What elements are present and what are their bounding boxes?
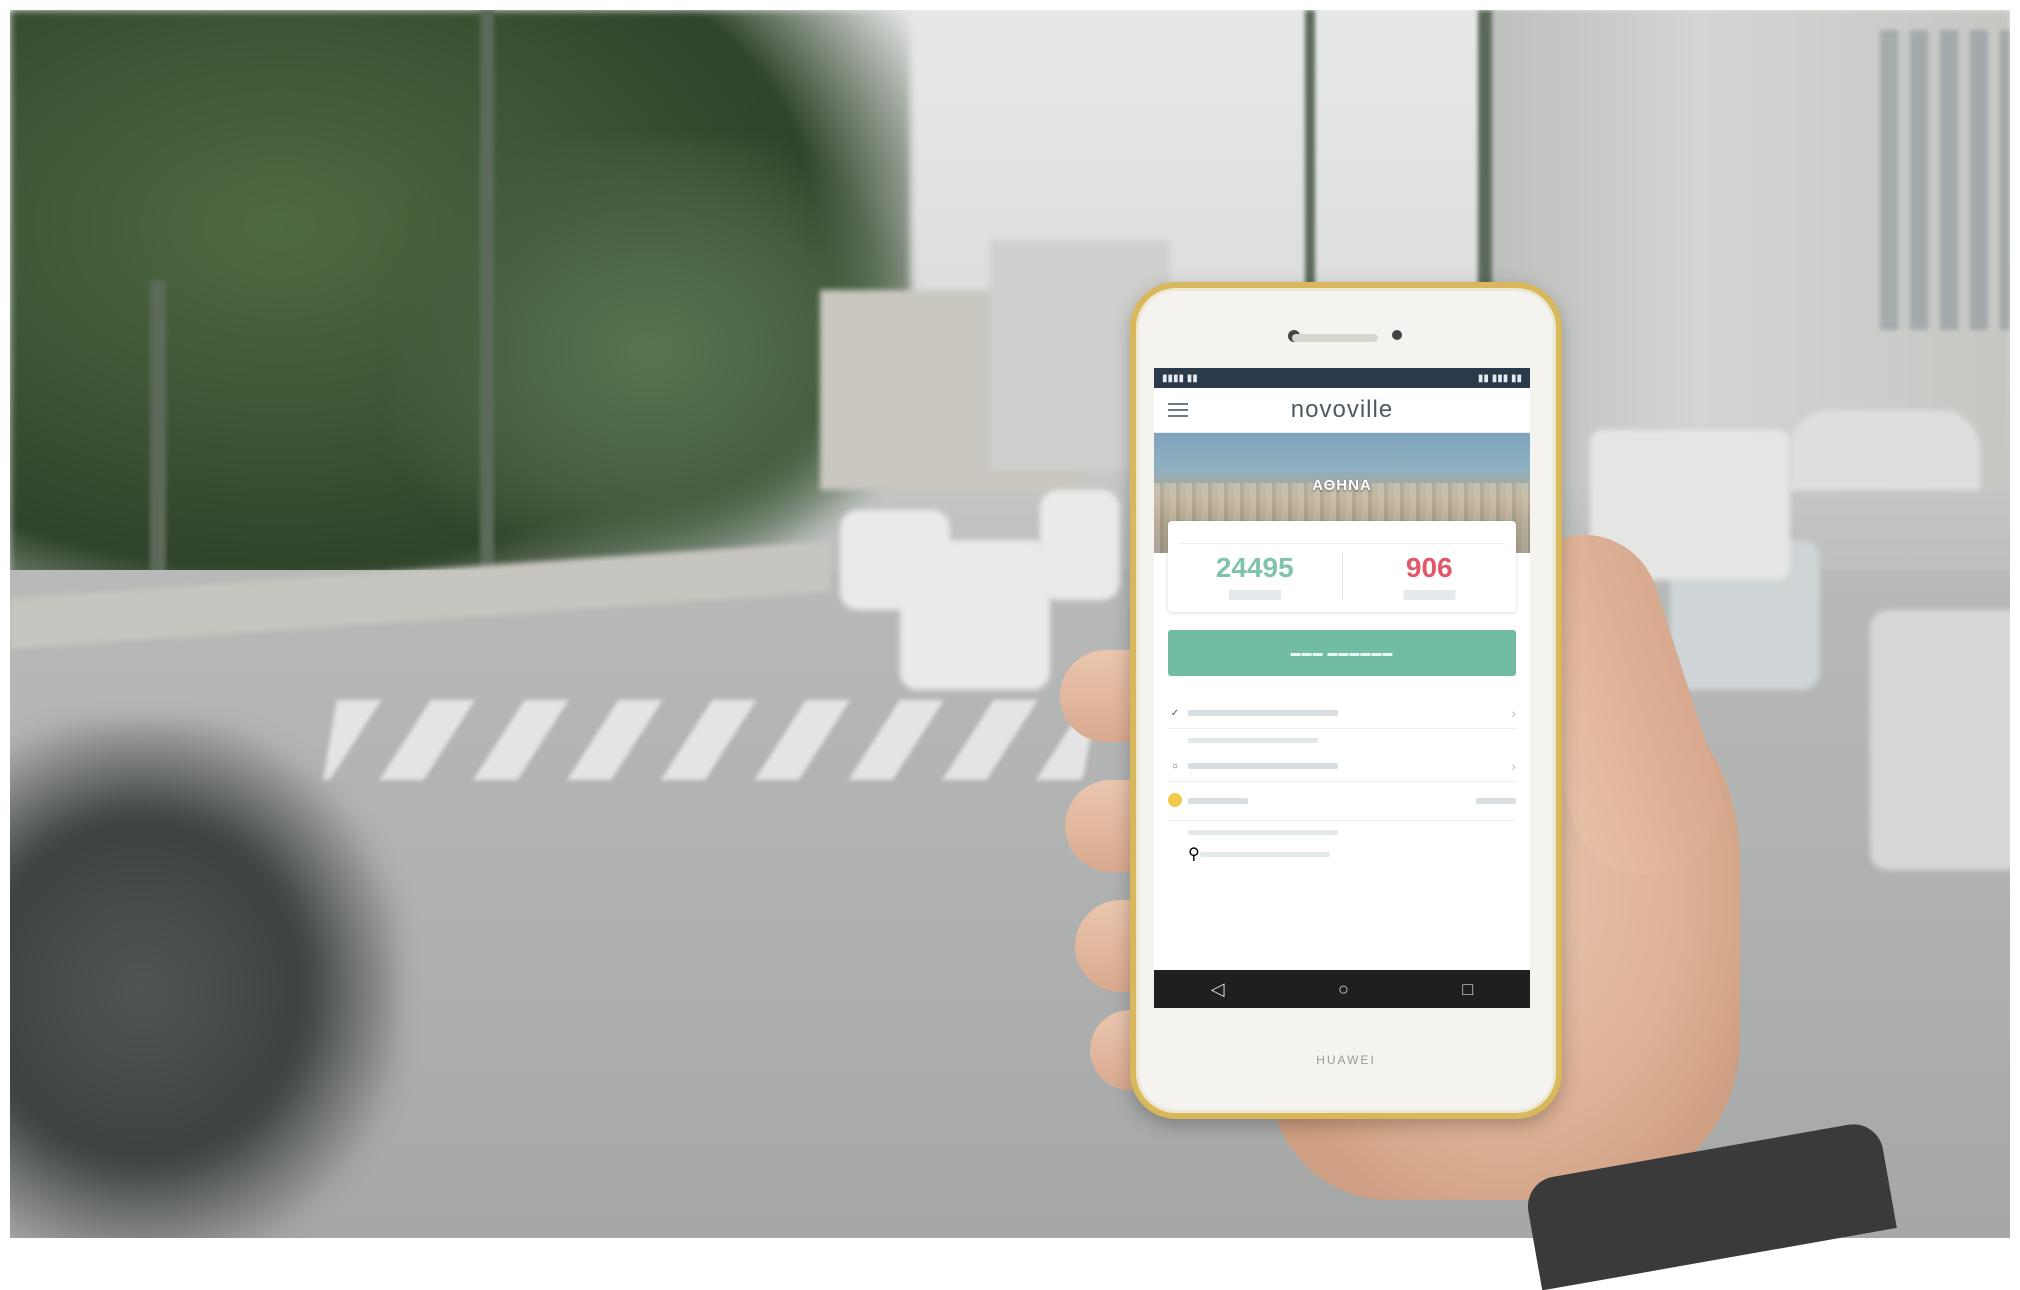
list-item[interactable]: ✓ › — [1168, 698, 1516, 729]
phone-brand: HUAWEI — [1316, 1053, 1376, 1067]
list-subitem — [1168, 729, 1516, 751]
app-bar: novoville — [1154, 388, 1530, 433]
status-right: ▮▮ ▮▮▮ ▮▮ — [1477, 372, 1522, 384]
chevron-right-icon: › — [1511, 705, 1516, 721]
stats-header — [1180, 529, 1504, 544]
car-motion-blur — [10, 720, 400, 1238]
coin-icon — [1168, 792, 1182, 810]
stat-value: 906 — [1405, 552, 1453, 583]
list-item-label — [1188, 710, 1338, 716]
car-right — [1870, 610, 2010, 870]
status-bar: ▮▮▮▮ ▮▮ ▮▮ ▮▮▮ ▮▮ — [1154, 368, 1530, 388]
pin-icon: ⚲ — [1188, 846, 1200, 863]
check-icon: ✓ — [1170, 707, 1180, 719]
building-windows — [1880, 30, 2010, 330]
smartphone: ▮▮▮▮ ▮▮ ▮▮ ▮▮▮ ▮▮ novoville ΑΘΗΝΑ 24495 … — [1130, 282, 1562, 1119]
stat-value: 24495 — [1215, 552, 1294, 583]
recents-icon[interactable]: □ — [1462, 979, 1473, 1000]
stats-card: 24495 906 — [1168, 521, 1516, 612]
home-icon[interactable]: ○ — [1338, 979, 1349, 1000]
stat-caption — [1342, 590, 1516, 600]
list-item[interactable] — [1168, 782, 1516, 821]
lamp-pole — [1305, 10, 1315, 300]
circle-icon: ○ — [1171, 760, 1179, 772]
crosswalk — [322, 700, 1098, 780]
hamburger-icon[interactable] — [1168, 403, 1188, 417]
list-item-label — [1188, 798, 1248, 804]
chevron-right-icon: › — [1511, 758, 1516, 774]
awning — [1790, 410, 1980, 490]
stat-pending[interactable]: 906 — [1341, 552, 1516, 600]
car-white — [840, 510, 950, 610]
menu-list: ✓ › ○ › ⚲ — [1168, 698, 1516, 865]
city-name: ΑΘΗΝΑ — [1312, 477, 1372, 494]
list-subitem: ⚲ — [1168, 843, 1516, 865]
list-item[interactable]: ○ › — [1168, 751, 1516, 782]
status-left: ▮▮▮▮ ▮▮ — [1162, 372, 1198, 384]
sensor — [1392, 330, 1402, 340]
stat-caption — [1168, 590, 1342, 600]
android-nav-bar: ◁ ○ □ — [1154, 970, 1530, 1008]
car-white — [1040, 490, 1120, 600]
app-title: novoville — [1290, 396, 1394, 423]
phone-screen: ▮▮▮▮ ▮▮ ▮▮ ▮▮▮ ▮▮ novoville ΑΘΗΝΑ 24495 … — [1154, 368, 1530, 1008]
list-item-value — [1476, 798, 1516, 804]
new-report-button[interactable]: ▬▬▬ ▬▬▬▬▬▬ — [1168, 630, 1516, 676]
list-subitem — [1168, 821, 1516, 843]
back-icon[interactable]: ◁ — [1211, 979, 1225, 1000]
lamp-pole — [1478, 10, 1492, 300]
stat-reports[interactable]: 24495 — [1168, 552, 1342, 600]
lamp-pole — [480, 10, 494, 570]
speaker-grille — [1292, 334, 1378, 342]
list-item-label — [1188, 763, 1338, 769]
